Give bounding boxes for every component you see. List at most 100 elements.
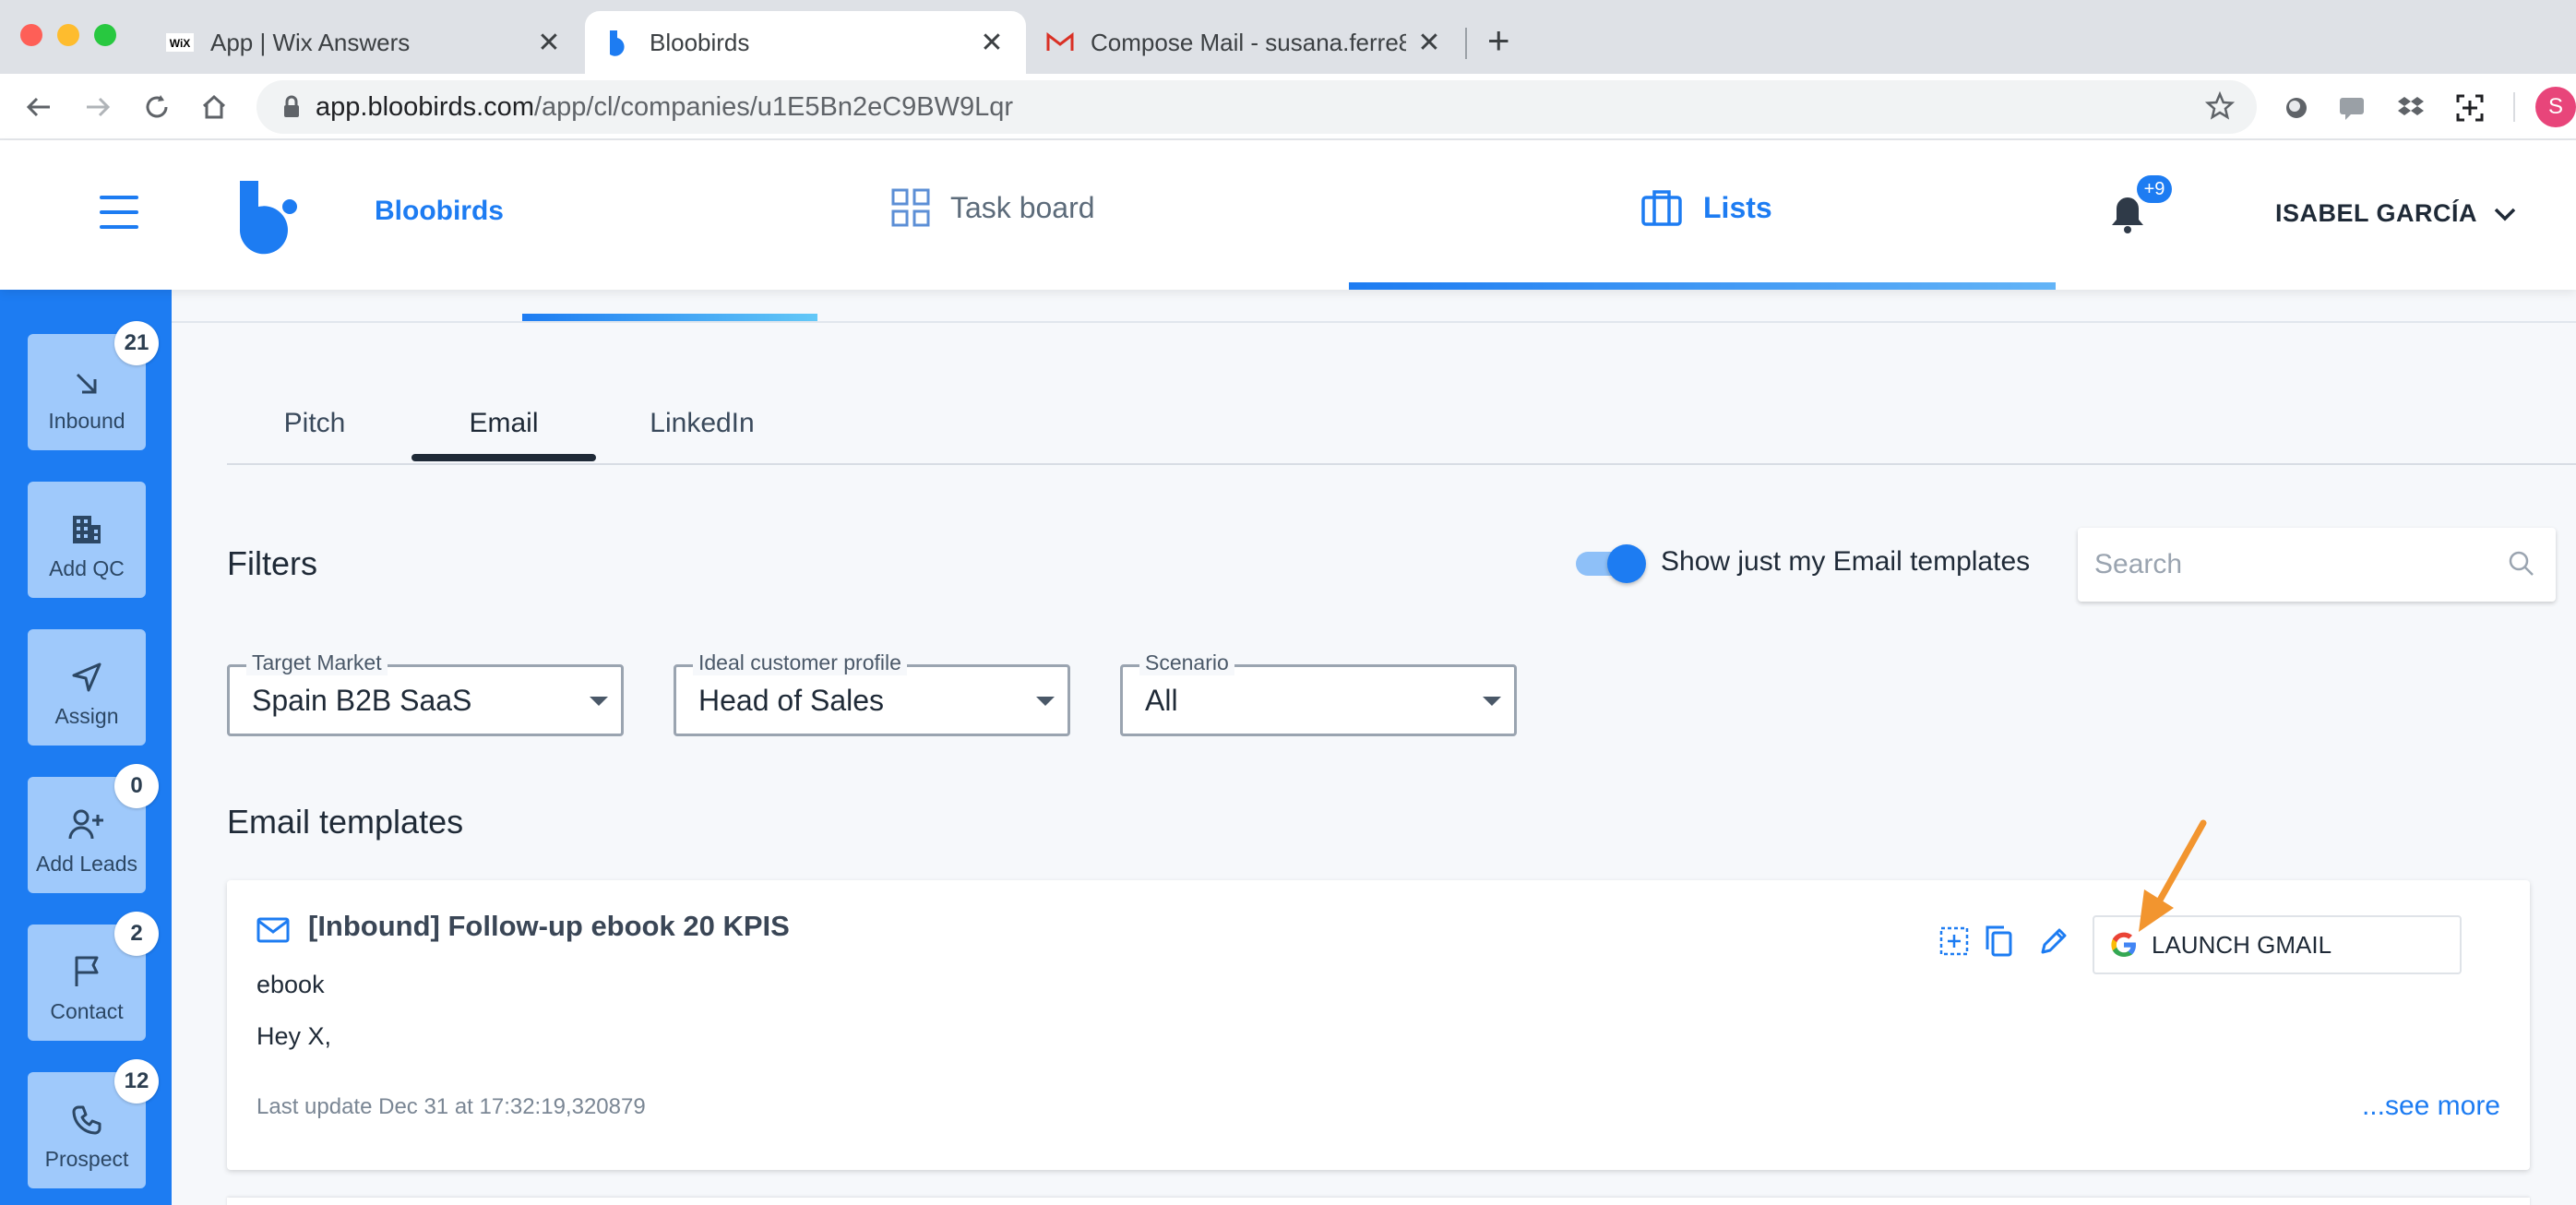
extension-circle-icon[interactable] bbox=[2279, 90, 2314, 125]
sidebar-item-assign[interactable]: Assign bbox=[28, 629, 146, 746]
svg-text:WiX: WiX bbox=[170, 37, 191, 50]
toggle-label: Show just my Email templates bbox=[1661, 546, 2031, 577]
browser-tab-bloobirds[interactable]: Bloobirds ✕ bbox=[585, 11, 1026, 74]
profile-avatar[interactable]: S bbox=[2535, 87, 2576, 127]
next-template-card-edge bbox=[227, 1198, 2530, 1205]
lock-icon bbox=[284, 95, 299, 117]
browser-tab-bar: WiX App | Wix Answers ✕ Bloobirds ✕ Comp… bbox=[0, 0, 2576, 74]
template-subject: ebook bbox=[256, 971, 325, 998]
sidebar-item-inbound[interactable]: Inbound 21 bbox=[28, 321, 159, 450]
sidebar: Inbound 21 Add QC Assign Add Leads 0 Con… bbox=[0, 290, 172, 1205]
active-tab-indicator bbox=[411, 454, 596, 461]
sidebar-item-contact[interactable]: Contact 2 bbox=[28, 912, 159, 1041]
template-body: Hey X, bbox=[256, 1022, 332, 1050]
mail-icon bbox=[256, 917, 290, 948]
toolbar-separator bbox=[2513, 92, 2515, 122]
building-icon bbox=[73, 516, 101, 543]
caret-down-icon bbox=[1483, 697, 1501, 706]
tab-pitch[interactable]: Pitch bbox=[264, 408, 365, 439]
my-templates-toggle[interactable] bbox=[1576, 544, 1646, 583]
sidebar-item-label: Assign bbox=[54, 704, 119, 728]
reload-button[interactable] bbox=[133, 83, 181, 131]
new-tab-button[interactable]: + bbox=[1487, 18, 1510, 63]
count-badge: 21 bbox=[114, 321, 159, 365]
dropbox-icon[interactable] bbox=[2393, 90, 2428, 125]
sidebar-item-label: Add QC bbox=[49, 556, 125, 580]
window-zoom-button[interactable] bbox=[94, 24, 116, 46]
tab-title: Bloobirds bbox=[650, 28, 750, 56]
send-icon bbox=[72, 662, 101, 692]
caret-down-icon bbox=[1036, 697, 1055, 706]
select-legend: Target Market bbox=[246, 650, 388, 675]
target-market-select[interactable]: Target Market Spain B2B SaaS bbox=[227, 650, 624, 736]
sidebar-item-add-qc[interactable]: Add QC bbox=[28, 482, 146, 598]
notification-badge: +9 bbox=[2137, 175, 2172, 203]
close-icon[interactable]: ✕ bbox=[535, 27, 563, 59]
select-value: Spain B2B SaaS bbox=[252, 684, 472, 717]
count-badge: 12 bbox=[114, 1059, 159, 1104]
select-legend: Ideal customer profile bbox=[693, 650, 907, 675]
user-plus-icon bbox=[68, 809, 103, 840]
window-minimize-button[interactable] bbox=[57, 24, 79, 46]
copy-icon[interactable] bbox=[1980, 923, 2017, 960]
search-icon[interactable] bbox=[2508, 550, 2535, 582]
user-name: ISABEL GARCÍA bbox=[2275, 199, 2478, 227]
sidebar-item-label: Prospect bbox=[44, 1147, 129, 1171]
sidebar-item-prospect[interactable]: Prospect 12 bbox=[28, 1059, 159, 1188]
email-templates-title: Email templates bbox=[227, 803, 464, 841]
select-value: Head of Sales bbox=[698, 684, 885, 717]
briefcase-icon bbox=[1641, 190, 1682, 226]
browser-tab-wix[interactable]: WiX App | Wix Answers ✕ bbox=[146, 11, 583, 74]
see-more-link[interactable]: ...see more bbox=[2362, 1091, 2500, 1122]
home-button[interactable] bbox=[190, 83, 238, 131]
flag-icon bbox=[75, 956, 99, 986]
arrow-left-icon bbox=[26, 97, 50, 117]
back-button[interactable] bbox=[15, 83, 63, 131]
content-tabs: Pitch Email LinkedIn bbox=[227, 388, 2576, 465]
sidebar-item-label: Inbound bbox=[48, 409, 125, 433]
gmail-icon bbox=[1046, 29, 1074, 56]
count-badge: 2 bbox=[114, 912, 159, 956]
active-nav-indicator bbox=[1349, 282, 2056, 290]
tab-email[interactable]: Email bbox=[411, 408, 596, 439]
sidebar-item-label: Contact bbox=[50, 999, 124, 1023]
close-icon[interactable]: ✕ bbox=[1415, 27, 1443, 59]
nav-task-board[interactable]: Task board bbox=[891, 188, 1095, 227]
tab-separator bbox=[1465, 28, 1467, 59]
menu-icon[interactable] bbox=[100, 196, 138, 233]
sidebar-item-add-leads[interactable]: Add Leads 0 bbox=[28, 764, 159, 893]
sidebar-item-label: Add Leads bbox=[36, 852, 137, 876]
arrow-down-right-icon bbox=[76, 373, 97, 394]
bookmark-star-icon[interactable] bbox=[2204, 90, 2236, 125]
brand-name: Bloobirds bbox=[375, 196, 504, 226]
arrow-right-icon bbox=[87, 97, 111, 117]
extension-chat-icon[interactable] bbox=[2334, 90, 2369, 125]
filters-title: Filters bbox=[227, 544, 317, 582]
browser-tab-gmail[interactable]: Compose Mail - susana.ferre83 ✕ bbox=[1026, 11, 1463, 74]
bell-icon[interactable] bbox=[2109, 194, 2146, 239]
phone-icon bbox=[72, 1105, 101, 1135]
template-title[interactable]: [Inbound] Follow-up ebook 20 KPIS bbox=[308, 910, 790, 943]
search-input[interactable] bbox=[2094, 544, 2482, 585]
address-bar[interactable]: app.bloobirds.com/app/cl/companies/u1E5B… bbox=[256, 80, 2257, 134]
tab-linkedin[interactable]: LinkedIn bbox=[624, 408, 781, 439]
url-text: app.bloobirds.com/app/cl/companies/u1E5B… bbox=[316, 91, 1014, 122]
forward-button[interactable] bbox=[74, 83, 122, 131]
reload-icon bbox=[146, 95, 168, 118]
nav-lists[interactable]: Lists bbox=[1640, 188, 1772, 227]
home-icon bbox=[202, 94, 226, 119]
bloobirds-icon bbox=[605, 29, 633, 56]
screenshot-icon[interactable] bbox=[2452, 90, 2487, 125]
icp-select[interactable]: Ideal customer profile Head of Sales bbox=[674, 650, 1070, 736]
tab-title: App | Wix Answers bbox=[210, 28, 411, 56]
window-close-button[interactable] bbox=[20, 24, 42, 46]
add-to-cadence-icon[interactable] bbox=[1936, 923, 1973, 960]
nav-label: Task board bbox=[950, 190, 1095, 224]
user-menu[interactable]: ISABEL GARCÍA bbox=[2275, 199, 2516, 228]
close-icon[interactable]: ✕ bbox=[978, 27, 1006, 59]
edit-pencil-icon[interactable] bbox=[2035, 923, 2072, 960]
count-badge: 0 bbox=[114, 764, 159, 808]
select-legend: Scenario bbox=[1139, 650, 1234, 675]
bloobirds-logo-icon bbox=[238, 179, 299, 259]
scenario-select[interactable]: Scenario All bbox=[1120, 650, 1517, 736]
